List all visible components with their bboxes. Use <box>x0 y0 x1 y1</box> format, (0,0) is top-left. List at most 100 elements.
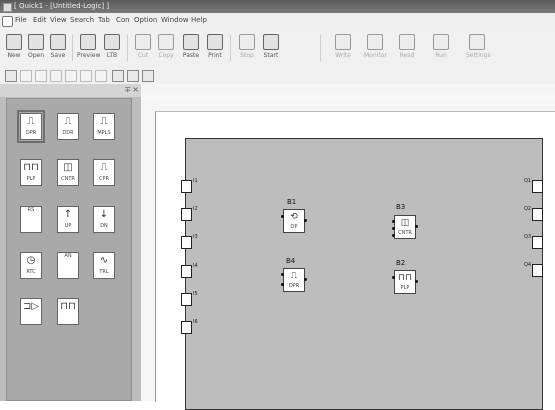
copy-button[interactable]: Copy <box>155 33 177 65</box>
write-icon <box>335 34 351 50</box>
toolbar-separator <box>320 35 321 61</box>
print-icon <box>207 34 223 50</box>
menu-search[interactable]: Search <box>70 16 94 24</box>
block-pin <box>392 276 395 279</box>
grid-icon[interactable] <box>112 70 124 82</box>
preview-button[interactable]: Preview <box>77 33 100 65</box>
settings-icon <box>469 34 485 50</box>
palette-item-rtc[interactable]: ◷ RTC <box>20 252 42 279</box>
palette-item-rs[interactable]: RS <box>20 206 42 233</box>
settings-button[interactable]: Settings <box>466 33 491 65</box>
menu-tab[interactable]: Tab <box>98 16 110 24</box>
copy-icon <box>158 34 174 50</box>
input-terminal[interactable]: I3 <box>181 234 198 249</box>
menu-file[interactable]: File <box>15 16 27 24</box>
panel-header: ∓ × <box>0 84 141 97</box>
input-terminal[interactable]: I6 <box>181 319 198 334</box>
stop-button[interactable]: Stop <box>236 33 258 65</box>
block-pin <box>304 219 307 222</box>
ruler <box>141 94 555 101</box>
open-folder-icon <box>28 34 44 50</box>
paste-icon <box>183 34 199 50</box>
logic-canvas[interactable]: I1 I2 I3 I4 I5 I6 Q1 Q2 Q3 Q4 B1 ⟲ OP B3… <box>141 84 555 410</box>
palette-item-cpr[interactable]: ⎍ CPR <box>93 159 115 186</box>
block-name: B2 <box>396 259 406 267</box>
function-block[interactable]: ◫ CNTR <box>392 215 418 239</box>
print-preview-icon <box>80 34 96 50</box>
function-block[interactable]: ⟲ OP <box>281 209 307 233</box>
main-toolbar: New Open Save Preview LTB Cut Copy Paste… <box>0 29 555 66</box>
read-button[interactable]: Read <box>396 33 418 65</box>
save-button[interactable]: Save <box>47 33 69 65</box>
block-name: B4 <box>286 257 296 265</box>
menu-edit[interactable]: Edit <box>33 16 47 24</box>
input-terminal[interactable]: I4 <box>181 263 198 278</box>
align-icon[interactable] <box>80 70 92 82</box>
run-button[interactable]: Run <box>430 33 452 65</box>
stop-icon <box>239 34 255 50</box>
new-file-icon <box>6 34 22 50</box>
zoom-icon[interactable] <box>127 70 139 82</box>
palette-item-pulse[interactable]: ⊓⊓ <box>57 298 79 325</box>
palette-item-an[interactable]: AN <box>57 252 79 279</box>
block-pin <box>392 227 395 230</box>
palette-item-trl[interactable]: ∿ TRL <box>93 252 115 279</box>
palette-item-plp[interactable]: ⊓⊓ PLP <box>20 159 42 186</box>
menu-window[interactable]: Window <box>161 16 189 24</box>
toolbar-separator <box>72 35 73 61</box>
menu-help[interactable]: Help <box>191 16 207 24</box>
output-terminal[interactable]: Q3 <box>524 234 543 249</box>
pointer-icon[interactable] <box>5 70 17 82</box>
fit-icon[interactable] <box>142 70 154 82</box>
title-bar: [ Quick1 - [Untitled-Logic] ] <box>0 0 555 13</box>
function-block[interactable]: ⎍ DPR <box>281 268 307 292</box>
document-menu-icon[interactable] <box>2 16 13 27</box>
paste-button[interactable]: Paste <box>180 33 202 65</box>
text-icon[interactable] <box>95 70 107 82</box>
new-button[interactable]: New <box>3 33 25 65</box>
ltb-icon <box>104 34 120 50</box>
palette-item-cntr[interactable]: ◫ CNTR <box>57 159 79 186</box>
cut-icon <box>135 34 151 50</box>
output-terminal[interactable]: Q2 <box>524 206 543 221</box>
output-terminal[interactable]: Q1 <box>524 178 543 193</box>
print-button[interactable]: Print <box>204 33 226 65</box>
input-terminal[interactable]: I1 <box>181 178 198 193</box>
logic-board[interactable] <box>185 138 543 410</box>
menu-con[interactable]: Con <box>116 16 130 24</box>
palette-item-mpls[interactable]: ⎍ MPLS <box>93 113 115 140</box>
menu-option[interactable]: Option <box>134 16 157 24</box>
palette-item-dn[interactable]: ↓ DN <box>93 206 115 233</box>
block-name: B3 <box>396 203 406 211</box>
delete-icon[interactable] <box>65 70 77 82</box>
palette-item-ddr[interactable]: ⎍ DDR <box>57 113 79 140</box>
redo-icon[interactable] <box>50 70 62 82</box>
ltb-button[interactable]: LTB <box>101 33 123 65</box>
start-icon <box>263 34 279 50</box>
input-terminal[interactable]: I5 <box>181 291 198 306</box>
window-title: [ Quick1 - [Untitled-Logic] ] <box>14 2 110 10</box>
output-terminal[interactable]: Q4 <box>524 262 543 277</box>
block-pin <box>392 234 395 237</box>
read-icon <box>399 34 415 50</box>
menu-view[interactable]: View <box>50 16 67 24</box>
block-pin <box>304 278 307 281</box>
open-button[interactable]: Open <box>25 33 47 65</box>
cut-button[interactable]: Cut <box>132 33 154 65</box>
palette-item-dpr[interactable]: ⎍ DPR <box>17 110 45 143</box>
run-icon <box>433 34 449 50</box>
undo-icon[interactable] <box>35 70 47 82</box>
monitor-button[interactable]: Monitor <box>364 33 387 65</box>
write-button[interactable]: Write <box>332 33 354 65</box>
toolbar-separator <box>127 35 128 61</box>
palette-item-gate[interactable]: ⊐▷ <box>20 298 42 325</box>
pin-icon[interactable]: ∓ <box>124 85 131 94</box>
start-button[interactable]: Start <box>260 33 282 65</box>
function-block[interactable]: ⊓⊓ PLP <box>392 270 418 294</box>
palette-item-up[interactable]: ↑ UP <box>57 206 79 233</box>
close-icon[interactable]: × <box>132 85 139 94</box>
input-terminal[interactable]: I2 <box>181 206 198 221</box>
wire-icon[interactable] <box>20 70 32 82</box>
toolbar-separator <box>230 35 231 61</box>
block-pin <box>281 283 284 286</box>
